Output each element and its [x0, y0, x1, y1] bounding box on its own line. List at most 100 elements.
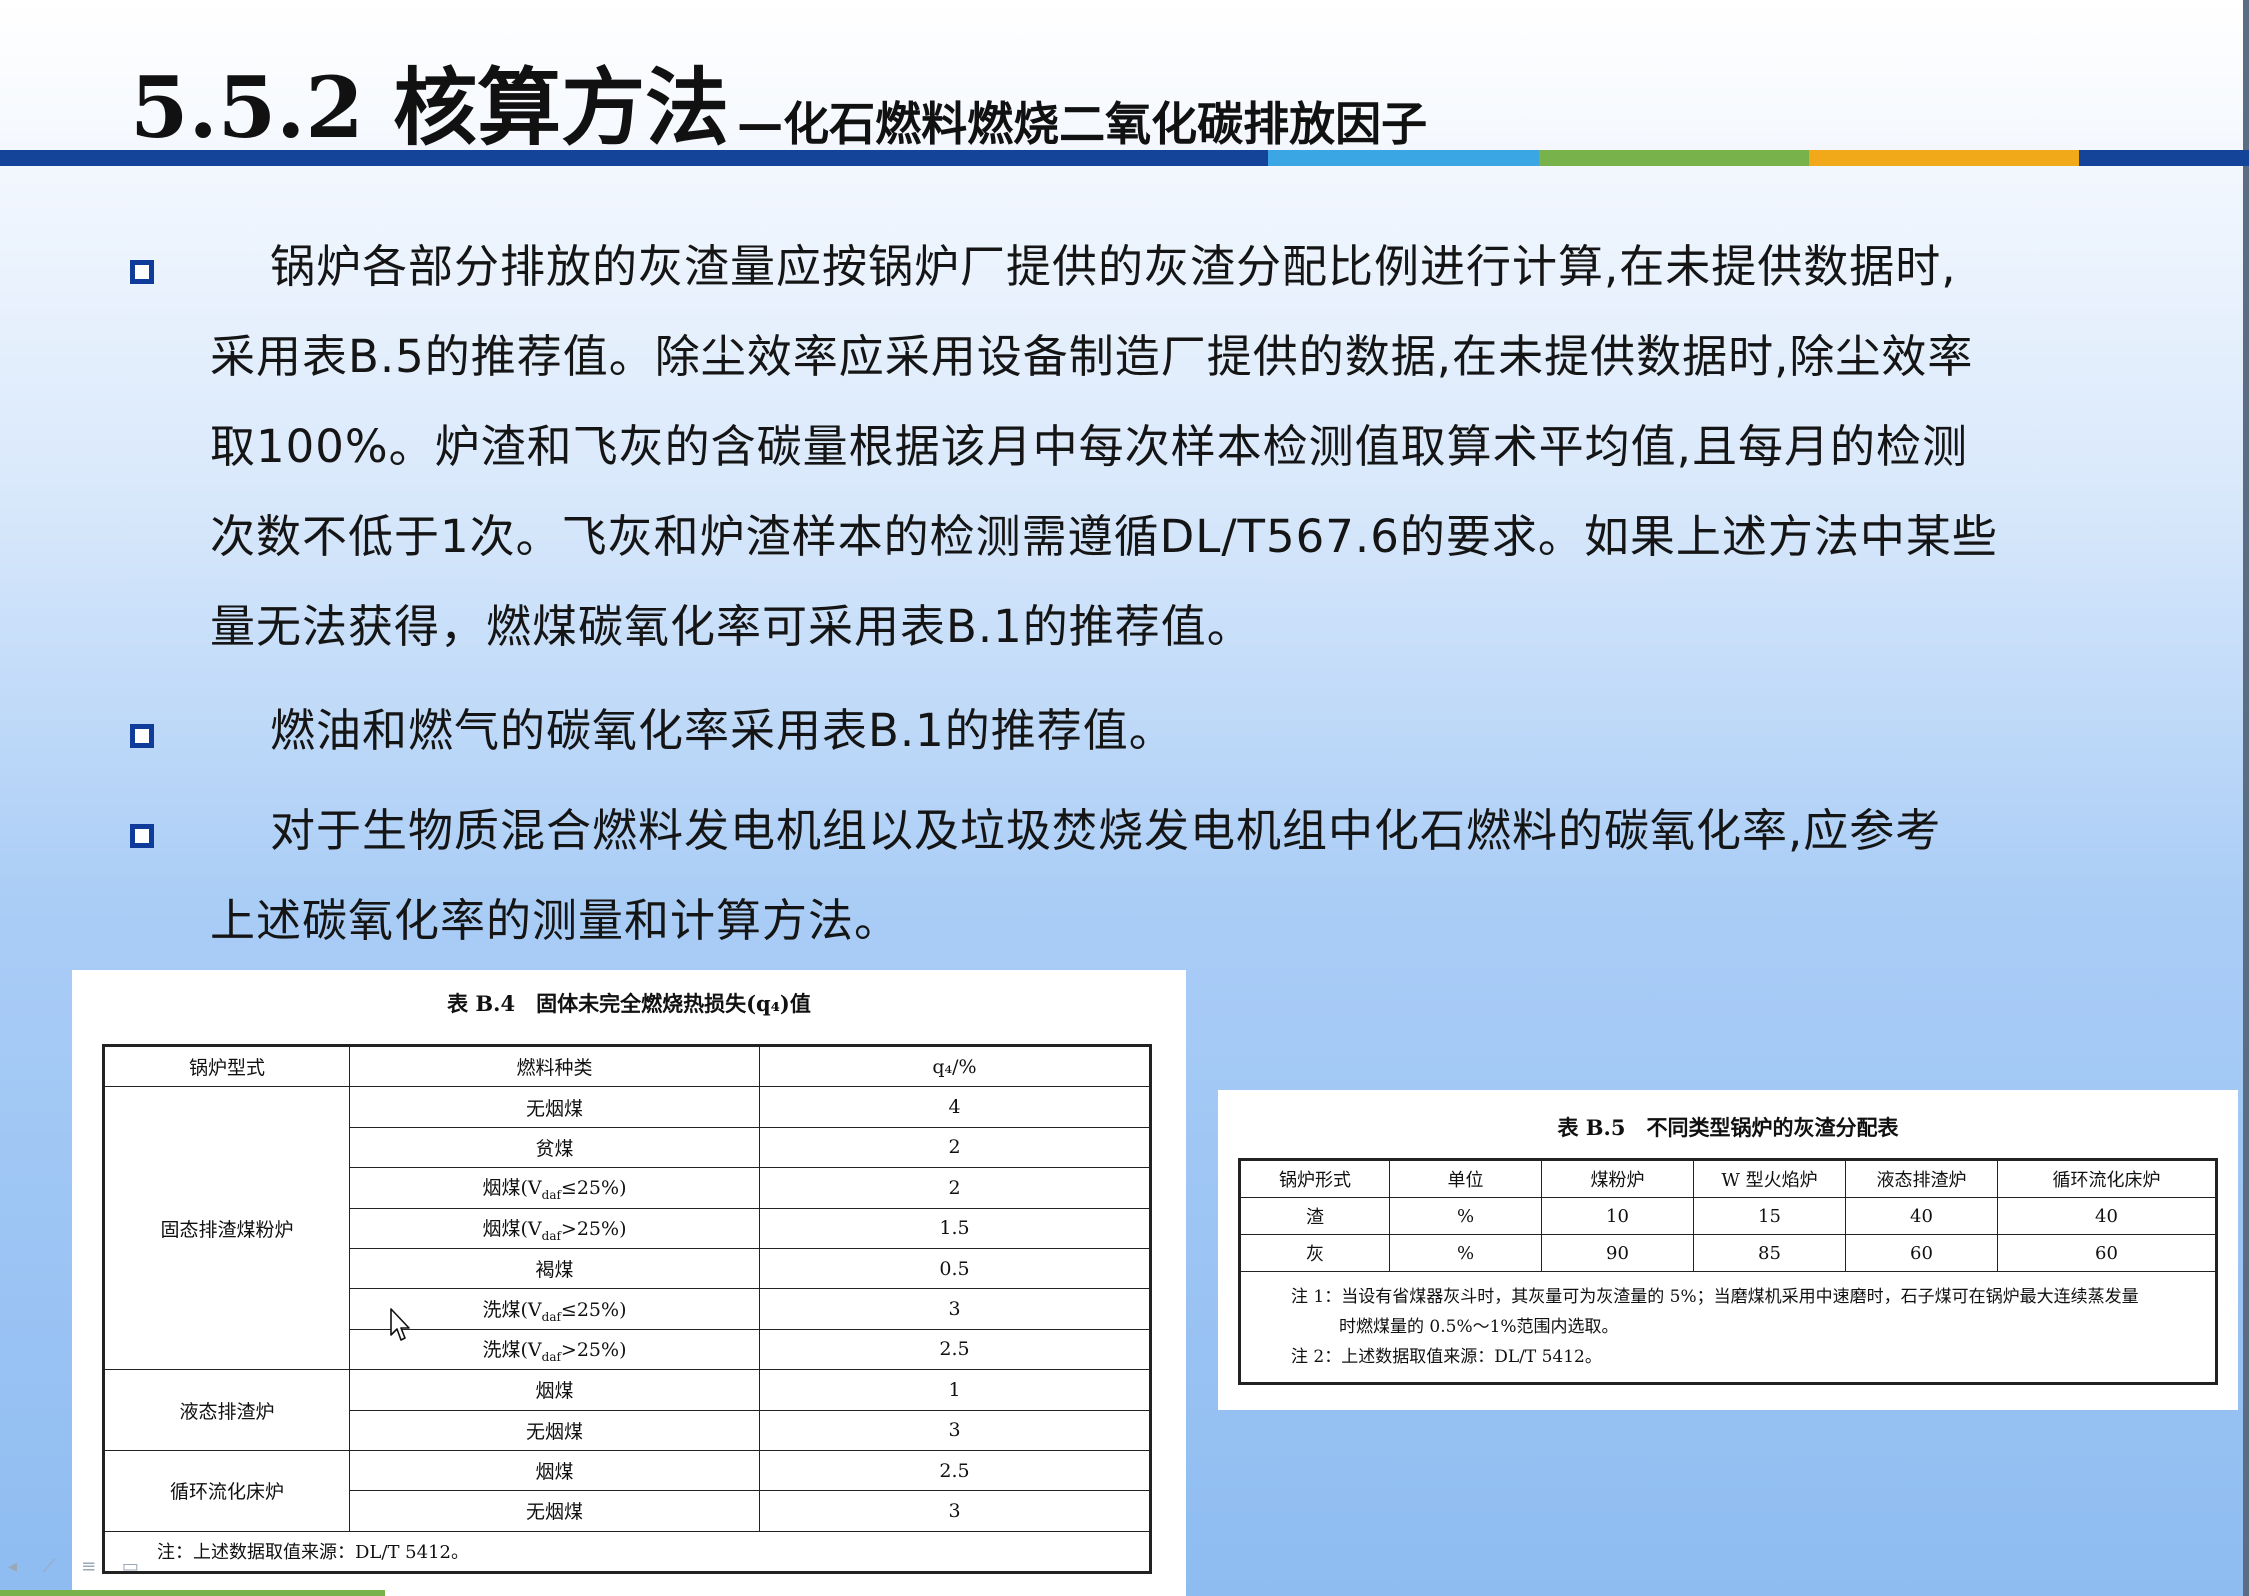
hollow-square-bullet-icon — [130, 260, 154, 284]
progress-line — [0, 1590, 385, 1596]
boiler-type-cell: 循环流化床炉 — [103, 1449, 350, 1532]
table-b4-caption: 表 B.4 固体未完全燃烧热损失(q₄)值 — [447, 991, 811, 1016]
table-b5: 锅炉形式 单位 煤粉炉 W 型火焰炉 液态排渣炉 循环流化床炉 渣 % 10 1… — [1238, 1158, 2218, 1385]
para-line-text: 上述碳氧化率的测量和计算方法。 — [210, 894, 901, 947]
boiler-type-cell: 液态排渣炉 — [103, 1369, 350, 1451]
para-line: 对于生物质混合燃料发电机组以及垃圾焚烧发电机组中化石燃料的碳氧化率,应参考 — [210, 786, 1941, 876]
header-cell: 锅炉型式 — [103, 1044, 350, 1088]
table-cell: 90 — [1541, 1234, 1694, 1272]
table-header-row: 锅炉形式 单位 煤粉炉 W 型火焰炉 液态排渣炉 循环流化床炉 — [1239, 1159, 2217, 1198]
value-cell: 2.5 — [759, 1449, 1151, 1492]
table-header-row: 锅炉型式 燃料种类 q₄/% — [103, 1044, 1151, 1088]
title-main: 5.5.2 核算方法 — [130, 58, 730, 157]
para-line-text: 采用表B.5的推荐值。除尘效率应采用设备制造厂提供的数据,在未提供数据时,除尘效… — [210, 330, 1974, 383]
table-cell: 渣 — [1239, 1197, 1390, 1235]
slide-nav-icons[interactable]: ◂ ⟋ ≡ ▭ — [8, 1556, 149, 1577]
fuel-text: 烟煤(V — [482, 1217, 542, 1240]
fuel-cell: 烟煤(Vdaf≤25%) — [349, 1167, 760, 1209]
para-line: 量无法获得，燃煤碳氧化率可采用表B.1的推荐值。 — [210, 582, 1998, 672]
value-cell: 0.5 — [759, 1247, 1151, 1290]
header-cell: 循环流化床炉 — [1997, 1159, 2217, 1198]
hollow-square-bullet-icon — [130, 824, 154, 848]
table-row: 液态排渣炉 烟煤 1 — [103, 1369, 1151, 1451]
para-line-text: 对于生物质混合燃料发电机组以及垃圾焚烧发电机组中化石燃料的碳氧化率,应参考 — [270, 804, 1942, 857]
fuel-cell: 烟煤(Vdaf>25%) — [349, 1207, 760, 1249]
color-bar-segment — [1539, 150, 1809, 166]
fuel-cell: 洗煤(Vdaf>25%) — [349, 1328, 760, 1371]
boiler-type-cell: 固态排渣煤粉炉 — [103, 1086, 350, 1371]
fuel-text: ≤25%) — [560, 1177, 627, 1200]
color-bar-segment — [1809, 150, 2079, 166]
table-cell: % — [1389, 1197, 1542, 1235]
table-cell: % — [1389, 1234, 1542, 1272]
table-b4-image: 表 B.4 固体未完全燃烧热损失(q₄)值 锅炉型式 燃料种类 q₄/% 固态排… — [72, 970, 1186, 1596]
table-b4: 锅炉型式 燃料种类 q₄/% 固态排渣煤粉炉 无烟煤 4 贫煤 2 烟煤(Vda… — [102, 1044, 1152, 1575]
para-line: 次数不低于1次。飞灰和炉渣样本的检测需遵循DL/T567.6的要求。如果上述方法… — [210, 492, 1998, 582]
color-bar-segment — [1268, 150, 1539, 166]
table-row: 循环流化床炉 烟煤 2.5 — [103, 1449, 1151, 1532]
fuel-text: 洗煤(V — [482, 1339, 542, 1362]
slide-title: 5.5.2 核算方法 —化石燃料燃烧二氧化碳排放因子 — [130, 30, 1427, 150]
value-cell: 1.5 — [759, 1207, 1151, 1249]
fuel-cell: 无烟煤 — [349, 1086, 760, 1128]
para-line: 锅炉各部分排放的灰渣量应按锅炉厂提供的灰渣分配比例进行计算,在未提供数据时, — [210, 222, 1998, 312]
bullet-paragraph: 锅炉各部分排放的灰渣量应按锅炉厂提供的灰渣分配比例进行计算,在未提供数据时, 采… — [210, 222, 1998, 672]
note-line: 时燃煤量的 0.5%～1%范围内选取。 — [1339, 1317, 1619, 1337]
header-cell: q₄/% — [759, 1044, 1151, 1088]
para-line-text: 锅炉各部分排放的灰渣量应按锅炉厂提供的灰渣分配比例进行计算,在未提供数据时, — [270, 240, 1957, 293]
table-row: 渣 % 10 15 40 40 — [1239, 1197, 2217, 1235]
table-b5-notes: 注 1：当设有省煤器灰斗时，其灰量可为灰渣量的 5%；当磨煤机采用中速磨时，石子… — [1239, 1271, 2217, 1384]
table-cell: 灰 — [1239, 1234, 1390, 1272]
para-line-text: 量无法获得，燃煤碳氧化率可采用表B.1的推荐值。 — [210, 600, 1253, 653]
header-cell: 燃料种类 — [349, 1044, 760, 1088]
fuel-subscript: daf — [541, 1309, 561, 1324]
table-b4-note: 注：上述数据取值来源：DL/T 5412。 — [103, 1530, 1151, 1574]
para-line: 取100%。炉渣和飞灰的含碳量根据该月中每次样本检测值取算术平均值,且每月的检测 — [210, 402, 1998, 492]
bullet-paragraph: 燃油和燃气的碳氧化率采用表B.1的推荐值。 — [210, 686, 1175, 776]
color-bar-segment — [0, 150, 1268, 166]
window-right-edge — [2243, 0, 2249, 1596]
fuel-text: ≤25%) — [560, 1298, 627, 1321]
value-cell: 1 — [759, 1369, 1151, 1411]
table-notes-row: 注 1：当设有省煤器灰斗时，其灰量可为灰渣量的 5%；当磨煤机采用中速磨时，石子… — [1239, 1271, 2217, 1384]
color-bar-segment — [2079, 150, 2249, 166]
fuel-text: 烟煤(V — [482, 1177, 542, 1200]
mouse-pointer-icon — [390, 1308, 410, 1341]
table-cell: 10 — [1541, 1197, 1694, 1235]
value-cell: 3 — [759, 1409, 1151, 1451]
fuel-subscript: daf — [541, 1188, 561, 1203]
table-row: 固态排渣煤粉炉 无烟煤 4 — [103, 1086, 1151, 1371]
title-color-bar — [0, 150, 2249, 166]
table-row: 灰 % 90 85 60 60 — [1239, 1234, 2217, 1272]
para-line-text: 次数不低于1次。飞灰和炉渣样本的检测需遵循DL/T567.6的要求。如果上述方法… — [210, 510, 1998, 563]
table-b5-image: 表 B.5 不同类型锅炉的灰渣分配表 锅炉形式 单位 煤粉炉 W 型火焰炉 液态… — [1218, 1090, 2238, 1410]
title-subtitle: —化石燃料燃烧二氧化碳排放因子 — [737, 97, 1428, 152]
fuel-cell: 洗煤(Vdaf≤25%) — [349, 1288, 760, 1330]
table-b5-caption: 表 B.5 不同类型锅炉的灰渣分配表 — [1557, 1115, 1899, 1140]
value-cell: 2 — [759, 1126, 1151, 1169]
value-cell: 3 — [759, 1490, 1151, 1532]
header-cell: 煤粉炉 — [1541, 1159, 1694, 1198]
header-cell: 锅炉形式 — [1239, 1159, 1390, 1198]
para-line: 采用表B.5的推荐值。除尘效率应采用设备制造厂提供的数据,在未提供数据时,除尘效… — [210, 312, 1998, 402]
table-cell: 15 — [1693, 1197, 1846, 1235]
value-cell: 4 — [759, 1086, 1151, 1128]
table-cell: 60 — [1997, 1234, 2217, 1272]
fuel-cell: 贫煤 — [349, 1126, 760, 1169]
bullet-item-3: 对于生物质混合燃料发电机组以及垃圾焚烧发电机组中化石燃料的碳氧化率,应参考 上述… — [130, 786, 1941, 966]
header-cell: W 型火焰炉 — [1693, 1159, 1846, 1198]
fuel-subscript: daf — [541, 1228, 561, 1243]
header-cell: 单位 — [1389, 1159, 1542, 1198]
fuel-cell: 褐煤 — [349, 1247, 760, 1290]
para-line: 上述碳氧化率的测量和计算方法。 — [210, 876, 1941, 966]
note-line: 注 1：当设有省煤器灰斗时，其灰量可为灰渣量的 5%；当磨煤机采用中速磨时，石子… — [1291, 1287, 2139, 1307]
table-cell: 40 — [1997, 1197, 2217, 1235]
bullet-paragraph: 对于生物质混合燃料发电机组以及垃圾焚烧发电机组中化石燃料的碳氧化率,应参考 上述… — [210, 786, 1941, 966]
bullet-item-1: 锅炉各部分排放的灰渣量应按锅炉厂提供的灰渣分配比例进行计算,在未提供数据时, 采… — [130, 222, 1998, 672]
table-cell: 85 — [1693, 1234, 1846, 1272]
fuel-subscript: daf — [541, 1349, 561, 1364]
value-cell: 2.5 — [759, 1328, 1151, 1371]
fuel-cell: 烟煤 — [349, 1449, 760, 1492]
para-line-text: 取100%。炉渣和飞灰的含碳量根据该月中每次样本检测值取算术平均值,且每月的检测 — [210, 420, 1968, 473]
fuel-cell: 无烟煤 — [349, 1409, 760, 1451]
